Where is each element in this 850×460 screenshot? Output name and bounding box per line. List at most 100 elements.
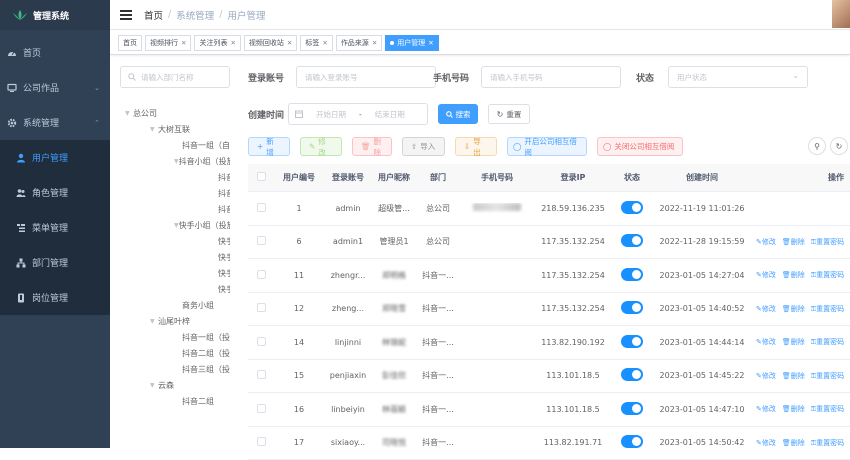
edit-link[interactable]: ✎修改 [756,337,776,347]
close-icon[interactable]: ✕ [287,39,292,47]
app-logo[interactable]: 管理系统 [0,0,110,30]
status-select[interactable]: 用户状态⌄ [668,66,808,88]
row-checkbox[interactable] [248,236,274,247]
reset-password-link[interactable]: ⚿重置密码 [811,371,844,381]
refresh-button[interactable]: ↻ [830,137,848,155]
search-button[interactable]: 搜索 [438,104,478,124]
search-toggle-button[interactable]: ⚲ [808,137,826,155]
delete-link[interactable]: 🗑删除 [782,438,805,448]
delete-link[interactable]: 🗑删除 [782,337,805,347]
close-icon[interactable]: ✕ [230,39,235,47]
sidebar-item-user-management[interactable]: 用户管理 [0,140,110,175]
close-icon[interactable]: ✕ [322,39,327,47]
reset-password-link[interactable]: ⚿重置密码 [811,304,844,314]
sidebar-item-role-management[interactable]: 角色管理 [0,175,110,210]
status-switch[interactable] [612,201,652,216]
column-header[interactable]: 登录IP [534,172,612,183]
column-header[interactable]: 创建时间 [652,172,752,183]
status-switch[interactable] [612,301,652,316]
sidebar-item-post-management[interactable]: 岗位管理 [0,280,110,315]
tree-node[interactable]: 抖音一组（自运营） [120,137,230,153]
tree-node[interactable]: ▼总公司 [120,105,230,121]
table-row[interactable]: 15penjiaxin彭佳欣抖音一...113.101.18.52023-01-… [248,360,850,394]
tree-node[interactable]: 抖音四组（投放） [120,201,230,217]
tree-node[interactable]: 快手二组（投放） [120,249,230,265]
tree-node[interactable]: ▼大树互联 [120,121,230,137]
caret-down-icon[interactable]: ▼ [150,382,158,389]
delete-link[interactable]: 🗑删除 [782,371,805,381]
sidebar-item-system[interactable]: 系统管理 ⌃ [0,105,110,140]
breadcrumb-home[interactable]: 首页 [144,8,163,22]
delete-button[interactable]: 🗑删除 [352,137,392,156]
breadcrumb-system[interactable]: 系统管理 [176,8,214,22]
tree-node[interactable]: 快手四组（投放） [120,281,230,297]
import-button[interactable]: ⇧导入 [402,137,445,156]
caret-down-icon[interactable]: ▼ [150,318,158,325]
reset-password-link[interactable]: ⚿重置密码 [811,337,844,347]
edit-button[interactable]: ✎修改 [300,137,342,156]
tree-node[interactable]: ▼快手小组（投放） [120,217,230,233]
close-icon[interactable]: ✕ [181,39,186,47]
tree-node[interactable]: ▼汕尾叶梓 [120,313,230,329]
tag-work-source[interactable]: 作品来源✕ [336,35,382,51]
table-row[interactable]: 17sixiaoy...司晓悦抖音一...113.82.191.712023-0… [248,427,850,460]
tree-node[interactable]: ▼云森 [120,377,230,393]
row-checkbox[interactable] [248,303,274,314]
close-icon[interactable]: ✕ [372,39,377,47]
edit-link[interactable]: ✎修改 [756,438,776,448]
column-header[interactable]: 用户昵称 [372,172,416,183]
caret-down-icon[interactable]: ▼ [125,110,133,117]
reset-password-link[interactable]: ⚿重置密码 [811,438,844,448]
table-row[interactable]: 11zhengr...郑明格抖音一...117.35.132.2542023-0… [248,259,850,293]
delete-link[interactable]: 🗑删除 [782,270,805,280]
delete-link[interactable]: 🗑删除 [782,237,805,247]
edit-link[interactable]: ✎修改 [756,237,776,247]
hamburger-icon[interactable] [120,10,132,20]
status-switch[interactable] [612,435,652,450]
row-checkbox[interactable] [248,404,274,415]
delete-link[interactable]: 🗑删除 [782,404,805,414]
select-all-checkbox[interactable] [248,172,274,183]
row-checkbox[interactable] [248,437,274,448]
column-header[interactable]: 手机号码 [460,172,534,183]
reset-button[interactable]: ↻ 重置 [488,104,530,124]
reset-password-link[interactable]: ⚿重置密码 [811,237,844,247]
add-button[interactable]: +新增 [248,137,290,156]
row-checkbox[interactable] [248,203,274,214]
row-checkbox[interactable] [248,337,274,348]
tree-node[interactable]: 抖音三组（投放） [120,361,230,377]
tree-node[interactable]: 商务小组 [120,297,230,313]
reset-password-link[interactable]: ⚿重置密码 [811,404,844,414]
tree-node[interactable]: 抖音二组 [120,393,230,409]
tree-node[interactable]: 抖音二组（投放） [120,169,230,185]
date-range-picker[interactable]: 开始日期 - 结束日期 [288,103,428,125]
edit-link[interactable]: ✎修改 [756,270,776,280]
column-header[interactable]: 登录账号 [324,172,372,183]
status-switch[interactable] [612,402,652,417]
table-row[interactable]: 14linjinni林锦妮抖音一...113.82.190.1922023-01… [248,326,850,360]
close-icon[interactable]: ✕ [428,39,433,47]
sidebar-item-menu-management[interactable]: 菜单管理 [0,210,110,245]
tag-labels[interactable]: 标签✕ [300,35,332,51]
tag-follow-list[interactable]: 关注列表✕ [194,35,240,51]
table-row[interactable]: 16linbeiyin林蓓颖抖音一...113.101.18.52023-01-… [248,393,850,427]
tree-node[interactable]: 抖音二组（投放） [120,345,230,361]
column-header[interactable]: 用户编号 [274,172,324,183]
enable-related-button[interactable]: ◯开启公司相互借阅 [507,137,587,156]
sidebar-item-home[interactable]: 首页 [0,35,110,70]
table-row[interactable]: 12zheng...郑晓雪抖音一...117.35.132.2542023-01… [248,293,850,327]
tag-user-management[interactable]: 用户管理✕ [385,35,438,51]
dept-search-input[interactable]: 请输入部门名称 [120,66,230,88]
edit-link[interactable]: ✎修改 [756,371,776,381]
status-switch[interactable] [612,268,652,283]
status-switch[interactable] [612,368,652,383]
account-input[interactable]: 请输入登录账号 [296,66,436,88]
tag-video-recycle[interactable]: 视频回收站✕ [244,35,297,51]
column-header[interactable]: 状态 [612,172,652,183]
tag-video-rank[interactable]: 视频排行✕ [145,35,191,51]
status-switch[interactable] [612,335,652,350]
table-row[interactable]: 1admin超级管...总公司218.59.136.2352022-11-19 … [248,192,850,226]
edit-link[interactable]: ✎修改 [756,404,776,414]
row-checkbox[interactable] [248,270,274,281]
reset-password-link[interactable]: ⚿重置密码 [811,270,844,280]
